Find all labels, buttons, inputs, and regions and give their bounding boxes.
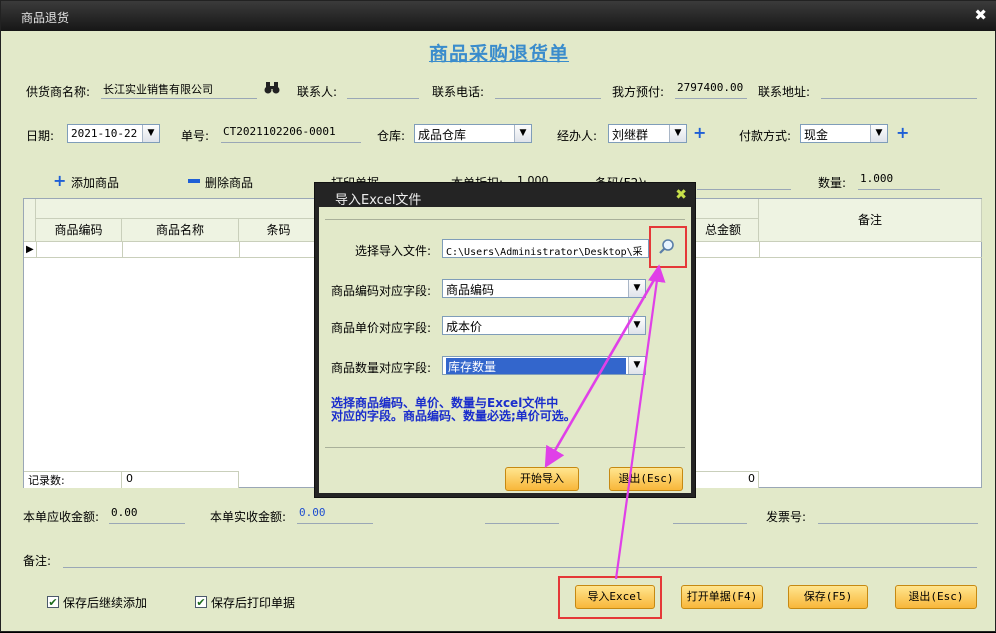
annotation-arrows bbox=[544, 264, 666, 580]
main-window: 商品退货 ✖ 商品采购退货单 供货商名称: 长江实业销售有限公司 联系人: 联系… bbox=[0, 0, 996, 632]
arrow-to-browse bbox=[614, 264, 666, 580]
arrow-to-start bbox=[544, 272, 660, 468]
